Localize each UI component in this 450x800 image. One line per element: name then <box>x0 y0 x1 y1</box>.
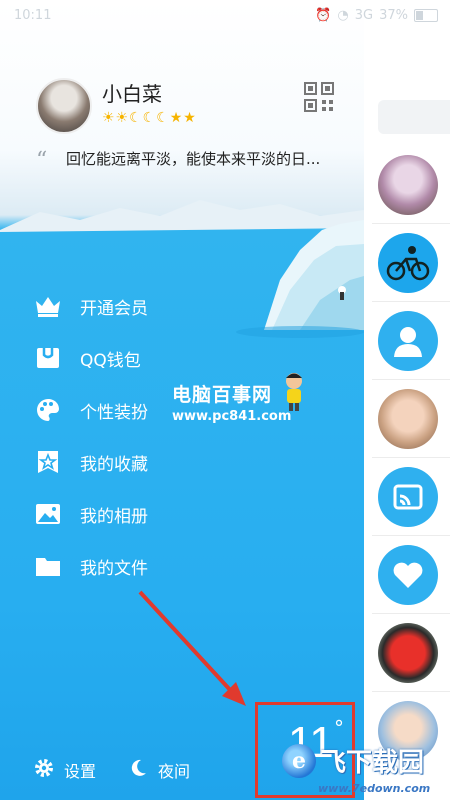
menu-item-label: 我的相册 <box>80 506 148 527</box>
avatar[interactable] <box>36 78 92 134</box>
contact-avatar-5[interactable] <box>378 467 438 527</box>
night-mode-label: 夜间 <box>158 762 191 781</box>
menu-item-wallet[interactable]: QQ钱包 <box>34 340 274 376</box>
contact-avatar-4[interactable] <box>378 389 438 449</box>
divider <box>372 223 450 224</box>
status-indicators: ⏰ ◔ 3G 37% <box>315 8 438 23</box>
quote-icon: “ <box>36 148 48 173</box>
menu-item-favorites[interactable]: 我的收藏 <box>34 444 274 480</box>
gear-icon <box>34 758 54 782</box>
mascot-icon <box>286 373 302 411</box>
battery-icon <box>414 9 438 22</box>
divider <box>372 457 450 458</box>
settings-button[interactable]: 设置 <box>34 758 96 782</box>
photo-icon <box>34 500 62 528</box>
night-mode-button[interactable]: 夜间 <box>128 758 190 782</box>
bottom-watermark-text: 飞下载园 <box>320 748 425 778</box>
qr-code-icon[interactable] <box>304 82 334 112</box>
e-logo-icon: e <box>282 743 316 778</box>
crown-icon <box>34 292 62 320</box>
status-bar: 10:11 ⏰ ◔ 3G 37% <box>0 0 450 34</box>
folder-icon <box>34 552 62 580</box>
person-icon <box>394 327 422 357</box>
network-type: 3G <box>354 8 374 23</box>
favorite-star-icon <box>34 448 62 476</box>
watermark-title: 电脑百事网 <box>172 384 273 406</box>
contact-avatar-3[interactable] <box>378 311 438 371</box>
level-badges[interactable]: ☀☀☾☾☾★★ <box>102 110 197 126</box>
contact-avatar-7[interactable] <box>378 623 438 683</box>
search-bar[interactable] <box>378 100 450 134</box>
contact-avatar-1[interactable] <box>378 155 438 215</box>
menu-item-label: 我的收藏 <box>80 454 148 475</box>
status-time: 10:11 <box>14 8 52 23</box>
divider <box>372 691 450 692</box>
menu-item-label: QQ钱包 <box>80 350 141 371</box>
contact-avatar-6[interactable] <box>378 545 438 605</box>
wifi-icon: ◔ <box>337 8 349 23</box>
moon-icon <box>128 758 148 782</box>
divider <box>372 301 450 302</box>
menu-item-label: 个性装扮 <box>80 402 148 423</box>
contact-avatar-2[interactable] <box>378 233 438 293</box>
signature-text[interactable]: 回忆能远离平淡，能使本来平淡的日... <box>66 148 320 169</box>
menu-item-label: 我的文件 <box>80 558 148 579</box>
watermark-url: www.pc841.com <box>172 409 292 424</box>
side-drawer: 小白菜 ☀☀☾☾☾★★ “ 回忆能远离平淡，能使本来平淡的日... 开通会员 Q… <box>0 0 364 800</box>
bottom-watermark-url: www.7edown.com <box>318 782 431 795</box>
heart-icon <box>393 562 423 588</box>
palette-icon <box>34 396 62 424</box>
rss-icon <box>393 484 423 510</box>
site-watermark: 电脑百事网 www.pc841.com <box>172 380 291 424</box>
divider <box>372 613 450 614</box>
menu-item-files[interactable]: 我的文件 <box>34 548 274 584</box>
username[interactable]: 小白菜 <box>102 78 162 107</box>
divider <box>372 379 450 380</box>
settings-label: 设置 <box>64 762 97 781</box>
cyclist-icon <box>386 246 430 281</box>
bottom-watermark: e 飞下载园 <box>282 742 424 779</box>
battery-percent: 37% <box>379 8 408 23</box>
divider <box>372 535 450 536</box>
menu-item-album[interactable]: 我的相册 <box>34 496 274 532</box>
wallet-icon <box>34 344 62 372</box>
alarm-icon: ⏰ <box>315 8 332 23</box>
menu-item-label: 开通会员 <box>80 298 148 319</box>
menu-item-vip[interactable]: 开通会员 <box>34 288 274 324</box>
